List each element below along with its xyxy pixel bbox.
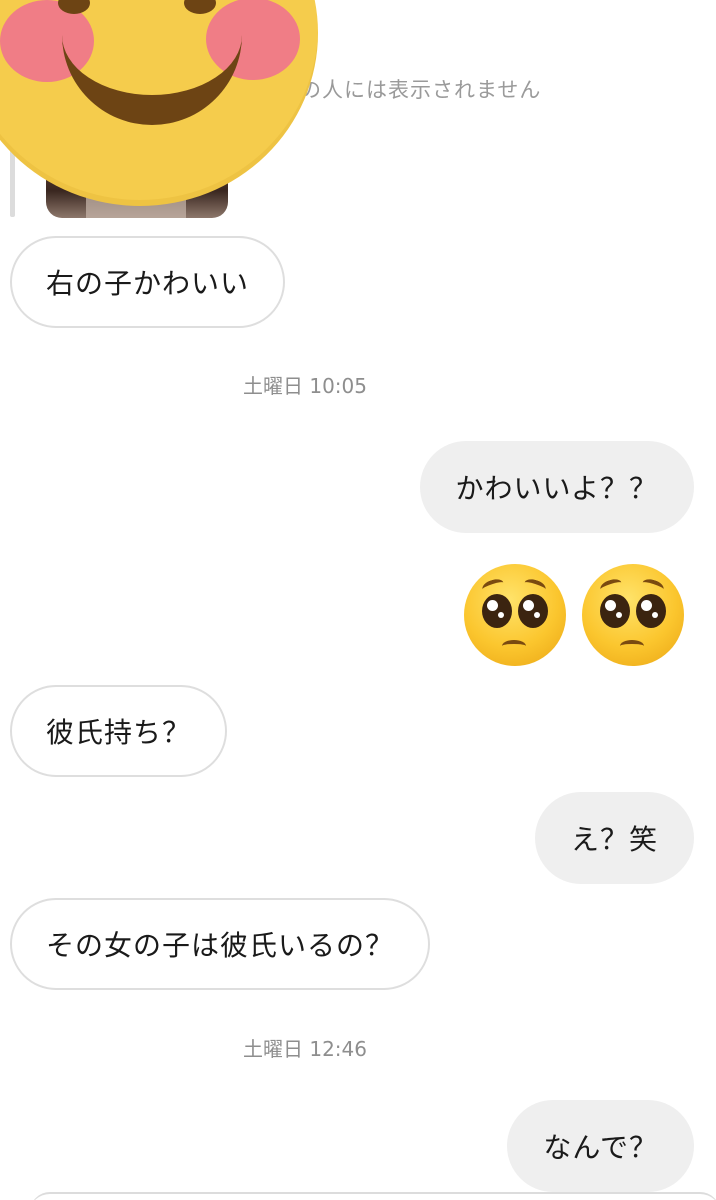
- emoji-brow: [480, 576, 506, 596]
- message-outgoing-3[interactable]: なんで？: [507, 1100, 694, 1192]
- emoji-eye-glint: [487, 600, 498, 611]
- timestamp-1: 土曜日 10:05: [243, 374, 367, 398]
- emoji-eye-glint: [652, 612, 658, 618]
- sticker-right-eye: [184, 0, 216, 14]
- emoji-mouth: [502, 640, 526, 652]
- emoji-eye-glint: [523, 600, 534, 611]
- message-incoming-1[interactable]: 右の子かわいい: [10, 236, 286, 328]
- message-outgoing-2[interactable]: え？笑: [534, 792, 694, 884]
- message-incoming-3[interactable]: その女の子は彼氏いるの？: [10, 898, 431, 990]
- emoji-brow: [598, 576, 624, 596]
- pleading-face-emoji-1[interactable]: [464, 564, 566, 666]
- emoji-eye: [482, 594, 512, 628]
- emoji-eye: [636, 594, 666, 628]
- hidden-content-notice: の人には表示されません: [300, 78, 542, 102]
- pleading-face-emoji-2[interactable]: [582, 564, 684, 666]
- emoji-eye: [518, 594, 548, 628]
- message-outgoing-1[interactable]: かわいいよ？？: [419, 441, 694, 533]
- smiley-sticker-overlay: [0, 0, 318, 206]
- message-composer-edge[interactable]: [30, 1192, 716, 1200]
- timestamp-2: 土曜日 12:46: [243, 1037, 367, 1061]
- message-incoming-2[interactable]: 彼氏持ち？: [10, 685, 228, 777]
- emoji-eye-glint: [641, 600, 652, 611]
- emoji-mouth: [620, 640, 644, 652]
- emoji-brow: [522, 576, 548, 596]
- emoji-eye-glint: [498, 612, 504, 618]
- emoji-brow: [640, 576, 666, 596]
- emoji-eye: [600, 594, 630, 628]
- sticker-smile: [62, 35, 242, 125]
- emoji-eye-glint: [534, 612, 540, 618]
- emoji-eye-glint: [616, 612, 622, 618]
- chat-screen: の人には表示されません 右の子かわいい 土曜日 10:05 かわいいよ？？ 彼氏…: [0, 0, 716, 1200]
- emoji-eye-glint: [605, 600, 616, 611]
